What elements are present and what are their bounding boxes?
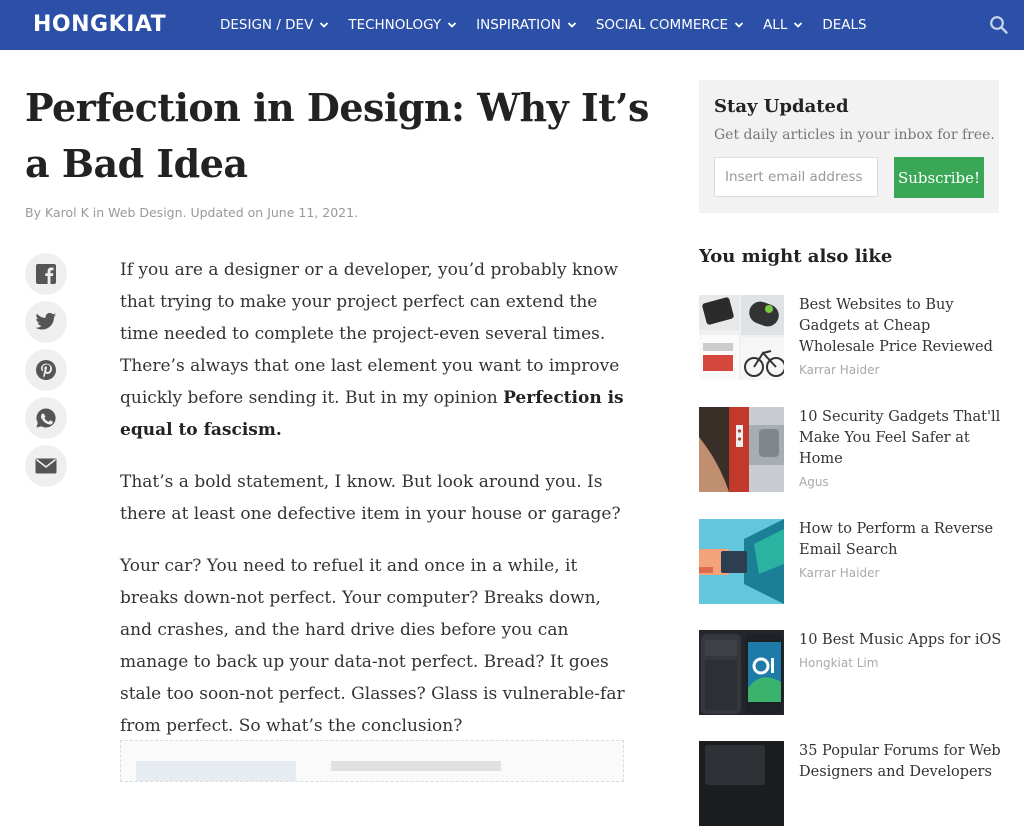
related-title: 10 Best Music Apps for iOS	[799, 632, 1002, 648]
nav-item-all[interactable]: ALL	[763, 17, 803, 33]
inline-related-title-placeholder	[331, 761, 501, 771]
share-pinterest-button[interactable]	[25, 349, 67, 391]
inline-related-post[interactable]	[120, 740, 624, 782]
related-thumbnail-security	[699, 407, 784, 492]
paragraph-text: Your car? You need to refuel it and once…	[120, 556, 625, 736]
related-section-title: You might also like	[699, 246, 893, 267]
related-author: Agus	[799, 475, 829, 489]
chevron-down-icon	[734, 22, 744, 28]
related-author: Karrar Haider	[799, 363, 880, 377]
related-item[interactable]: 10 Security Gadgets That'll Make You Fee…	[699, 407, 1009, 497]
related-author: Hongkiat Lim	[799, 656, 879, 670]
nav-item-design-dev[interactable]: DESIGN / DEV	[220, 17, 329, 33]
facebook-icon	[36, 264, 56, 284]
paragraph-text: That’s a bold statement, I know. But loo…	[120, 472, 621, 524]
inline-related-thumbnail	[136, 761, 296, 781]
nav-item-technology[interactable]: TECHNOLOGY	[348, 17, 457, 33]
whatsapp-icon	[36, 408, 56, 428]
article-meta: By Karol K in Web Design. Updated on Jun…	[25, 205, 358, 220]
category-link[interactable]: Web Design	[108, 205, 182, 220]
related-title: Best Websites to Buy Gadgets at Cheap Wh…	[799, 297, 993, 355]
main-nav: DESIGN / DEV TECHNOLOGY INSPIRATION SOCI…	[220, 0, 886, 50]
share-facebook-button[interactable]	[25, 253, 67, 295]
nav-item-deals[interactable]: DEALS	[822, 17, 866, 33]
paragraph: If you are a designer or a developer, yo…	[120, 254, 630, 446]
chevron-down-icon	[567, 22, 576, 28]
email-input[interactable]	[714, 157, 878, 197]
related-item[interactable]: How to Perform a Reverse Email Search Ka…	[699, 519, 1009, 609]
related-author: Karrar Haider	[799, 566, 880, 580]
site-logo[interactable]: HONGKIAT	[33, 12, 166, 38]
related-title: 35 Popular Forums for Web Designers and …	[799, 743, 1001, 780]
related-title: How to Perform a Reverse Email Search	[799, 521, 994, 558]
email-icon	[35, 458, 57, 474]
nav-item-label: TECHNOLOGY	[348, 17, 442, 33]
subscribe-widget: Stay Updated Get daily articles in your …	[699, 80, 999, 213]
related-item[interactable]: 10 Best Music Apps for iOS Hongkiat Lim	[699, 630, 1009, 720]
related-thumbnail-music-apps	[699, 630, 784, 715]
subscribe-title: Stay Updated	[714, 96, 849, 117]
meta-in: in	[92, 205, 105, 220]
related-thumbnail-gadgets	[699, 295, 784, 380]
article-body: If you are a designer or a developer, yo…	[120, 254, 630, 762]
share-twitter-button[interactable]	[25, 301, 67, 343]
related-item[interactable]: Best Websites to Buy Gadgets at Cheap Wh…	[699, 295, 1009, 385]
nav-item-label: SOCIAL COMMERCE	[595, 17, 729, 33]
updated-date: . Updated on June 11, 2021.	[182, 205, 359, 220]
paragraph: Your car? You need to refuel it and once…	[120, 550, 630, 742]
share-email-button[interactable]	[25, 445, 67, 487]
chevron-down-icon	[794, 22, 803, 28]
article-title: Perfection in Design: Why It’s a Bad Ide…	[25, 85, 649, 186]
related-title: 10 Security Gadgets That'll Make You Fee…	[799, 409, 1001, 467]
author-link[interactable]: Karol K	[45, 205, 89, 220]
share-whatsapp-button[interactable]	[25, 397, 67, 439]
chevron-down-icon	[320, 22, 329, 28]
nav-item-inspiration[interactable]: INSPIRATION	[476, 17, 577, 33]
related-thumbnail-email-search	[699, 519, 784, 604]
nav-item-label: DESIGN / DEV	[220, 17, 314, 33]
top-navbar: HONGKIAT DESIGN / DEV TECHNOLOGY INSPIRA…	[0, 0, 1024, 50]
nav-item-social-commerce[interactable]: SOCIAL COMMERCE	[596, 17, 744, 33]
nav-item-label: DEALS	[822, 17, 867, 33]
related-thumbnail-forums	[699, 741, 784, 826]
nav-item-label: INSPIRATION	[476, 17, 561, 33]
search-icon[interactable]	[989, 15, 1009, 35]
pinterest-icon	[36, 360, 56, 380]
subscribe-description: Get daily articles in your inbox for fre…	[714, 127, 995, 143]
subscribe-button[interactable]: Subscribe!	[894, 157, 984, 198]
paragraph: That’s a bold statement, I know. But loo…	[120, 466, 630, 530]
share-bar	[25, 253, 67, 493]
meta-by: By	[25, 205, 41, 220]
chevron-down-icon	[447, 22, 457, 28]
related-item[interactable]: 35 Popular Forums for Web Designers and …	[699, 741, 1009, 831]
nav-item-label: ALL	[763, 17, 788, 33]
twitter-icon	[35, 312, 57, 330]
paragraph-text: If you are a designer or a developer, yo…	[120, 260, 620, 408]
